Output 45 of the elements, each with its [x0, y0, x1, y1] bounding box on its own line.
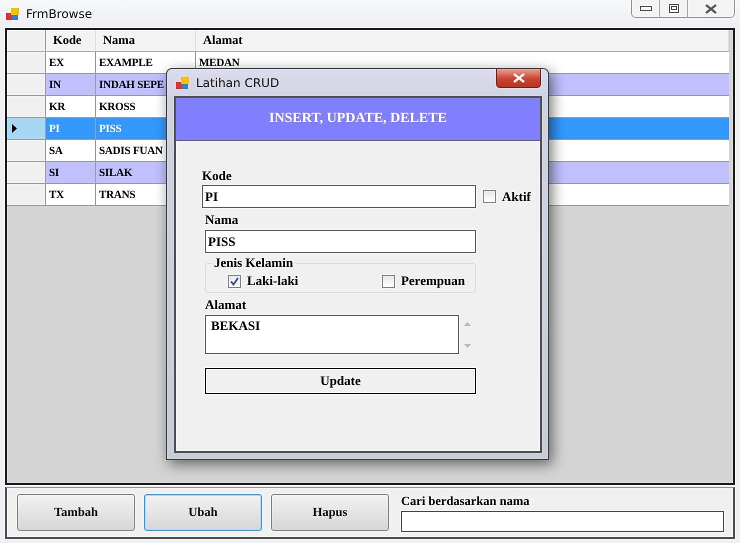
checkbox[interactable]	[382, 274, 395, 288]
table-cell: KR	[46, 96, 96, 117]
maximize-icon	[668, 4, 678, 13]
column-header[interactable]: Alamat	[196, 30, 729, 51]
dialog-title: Latihan CRUD	[196, 76, 280, 90]
row-header[interactable]	[7, 118, 46, 139]
column-header[interactable]: Nama	[96, 30, 196, 51]
minimize-button[interactable]	[632, 0, 660, 17]
table-cell-text: MEDAN	[198, 56, 241, 70]
action-button[interactable]: Hapus	[271, 494, 389, 531]
close-icon	[512, 73, 524, 83]
checkbox[interactable]	[483, 190, 496, 203]
update-button[interactable]: Update	[205, 368, 476, 394]
checkbox[interactable]	[228, 274, 241, 288]
maximize-button[interactable]	[660, 0, 688, 17]
field-label: Nama	[205, 212, 238, 227]
window-title: FrmBrowse	[26, 7, 92, 21]
checkbox-label[interactable]: Perempuan	[400, 273, 465, 289]
field-label: Kode	[202, 168, 232, 183]
nama-field[interactable]: PISS	[205, 230, 476, 253]
field-label: Alamat	[205, 297, 246, 312]
action-button[interactable]: Ubah	[144, 494, 262, 531]
group-label: Jenis Kelamin	[212, 255, 296, 270]
table-cell: IN	[46, 74, 96, 95]
table-cell: TX	[46, 184, 96, 205]
action-button[interactable]: Tambah	[17, 494, 135, 531]
table-cell: EX	[46, 52, 96, 73]
alamat-field[interactable]: BEKASI	[205, 315, 459, 354]
search-label: Cari berdasarkan nama	[401, 494, 530, 508]
close-button[interactable]	[496, 69, 541, 88]
search-field[interactable]	[401, 510, 724, 532]
kode-field[interactable]: PI	[202, 185, 476, 208]
table-cell: SI	[46, 162, 96, 183]
table-cell: PI	[46, 118, 96, 139]
row-pointer-icon	[12, 124, 17, 133]
checkbox-label[interactable]: Laki-laki	[247, 273, 298, 289]
column-header[interactable]: Kode	[46, 30, 96, 51]
minimize-icon	[640, 6, 652, 12]
header-banner: INSERT, UPDATE, DELETE	[176, 98, 540, 141]
table-cell: SA	[46, 140, 96, 161]
app-icon	[176, 76, 190, 90]
close-button[interactable]	[688, 0, 734, 17]
close-icon	[705, 4, 717, 14]
app-icon	[6, 7, 20, 21]
checkbox-label[interactable]: Aktif	[502, 188, 531, 204]
